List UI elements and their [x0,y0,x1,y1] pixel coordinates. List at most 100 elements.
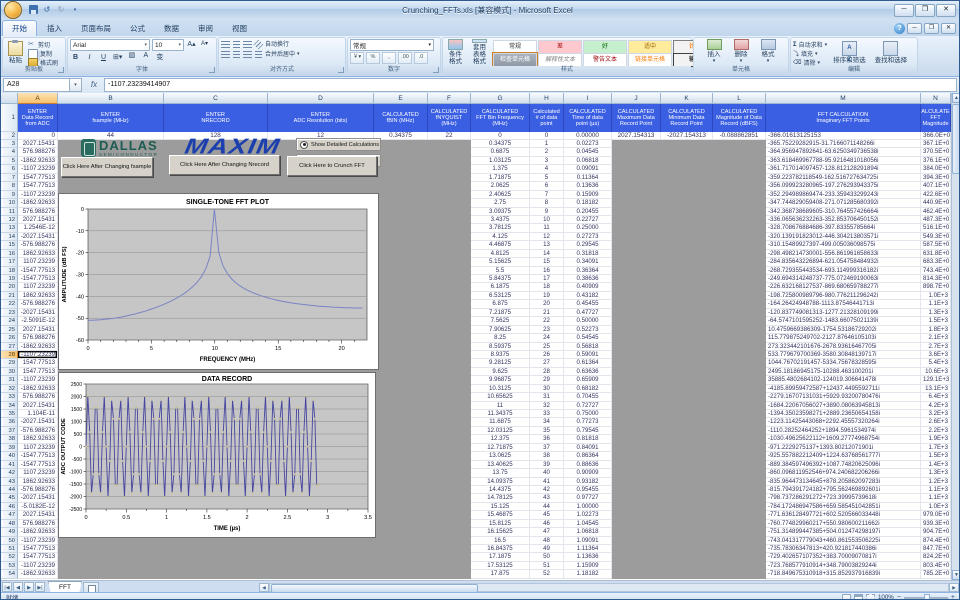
gray-range-JL-row8[interactable] [612,182,766,190]
row-header-4[interactable]: 4 [1,148,18,156]
cell-J1[interactable]: CALCULATED Maximum Data Record Point [612,104,661,132]
row-header-23[interactable]: 23 [1,309,18,317]
cell-I52[interactable]: 1.13636 [564,553,612,561]
tab-home[interactable]: 开始 [2,20,37,36]
cell-E1[interactable]: CALCULATED fBIN (MHz) [374,104,428,132]
cell-M29[interactable]: 1044.76702191457-5334.75678328595i [766,359,921,367]
cell-A29[interactable]: 1547.77513 [18,359,58,367]
cell-A21[interactable]: 1862.92633 [18,292,58,300]
indent-icon[interactable] [255,51,262,58]
row-header-38[interactable]: 38 [1,435,18,443]
cell-H8[interactable]: 6 [530,182,564,190]
alignment-dialog-launcher-icon[interactable] [338,67,344,73]
cell-N53[interactable]: 803.4E+0 [921,562,951,570]
cell-G33[interactable]: 10.65625 [471,393,530,401]
cell-N14[interactable]: 549.3E+0 [921,233,951,241]
cell-A45[interactable]: -2027.15431 [18,494,58,502]
cell-I39[interactable]: 0.84091 [564,444,612,452]
zoom-in-icon[interactable]: + [951,594,955,600]
cell-A41[interactable]: -1547.77513 [18,461,58,469]
cell-G13[interactable]: 3.78125 [471,224,530,232]
cell-I9[interactable]: 0.15909 [564,191,612,199]
row-header-21[interactable]: 21 [1,292,18,300]
cell-M17[interactable]: -284.835643226894-621.054758484932i [766,258,921,266]
gray-range-JL-row14[interactable] [612,233,766,241]
cell-N23[interactable]: 1.3E+3 [921,309,951,317]
cell-I21[interactable]: 0.43182 [564,292,612,300]
cell-I54[interactable]: 1.18182 [564,570,612,578]
cell-I14[interactable]: 0.27273 [564,233,612,241]
cell-N35[interactable]: 3.2E+3 [921,410,951,418]
cell-A34[interactable]: 2027.15431 [18,402,58,410]
row-header-19[interactable]: 19 [1,275,18,283]
row-header-39[interactable]: 39 [1,444,18,452]
cell-M36[interactable]: -1223.11425443068+2292.45557320264i [766,418,921,426]
row-header-17[interactable]: 17 [1,258,18,266]
cell-M6[interactable]: -361.717014097457-128.812128291894i [766,165,921,173]
cell-H34[interactable]: 32 [530,402,564,410]
row-header-49[interactable]: 49 [1,528,18,536]
align-middle-icon[interactable] [233,41,240,48]
cell-I30[interactable]: 0.63636 [564,368,612,376]
row-header-5[interactable]: 5 [1,157,18,165]
cell-I12[interactable]: 0.22727 [564,216,612,224]
cell-I10[interactable]: 0.18182 [564,199,612,207]
find-select-button[interactable]: 查找和选择 [872,39,911,65]
column-header-N[interactable]: N [921,93,951,104]
cell-I44[interactable]: 0.95455 [564,486,612,494]
style-good[interactable]: 好 [583,40,627,54]
cell-M41[interactable]: -889.384597496392+1087.74820625096i [766,461,921,469]
gray-range-JL-row26[interactable] [612,334,766,342]
cell-H39[interactable]: 37 [530,444,564,452]
cell-H11[interactable]: 9 [530,208,564,216]
cell-A3[interactable]: 2027.15431 [18,140,58,148]
cell-A15[interactable]: -576.988276 [18,241,58,249]
cell-N40[interactable]: 1.5E+3 [921,452,951,460]
cell-D1[interactable]: ENTER ADC Resolution (bits) [268,104,374,132]
style-check-cell[interactable]: 检查单元格 [493,53,537,67]
cell-M18[interactable]: -268.729355443534-693.114999316182i [766,267,921,275]
cell-N49[interactable]: 904.7E+0 [921,528,951,536]
row-header-31[interactable]: 31 [1,376,18,384]
cell-M2[interactable]: -366.01613125153 [766,132,921,140]
align-left-icon[interactable] [221,51,230,58]
row-header-40[interactable]: 40 [1,452,18,460]
cell-I18[interactable]: 0.36364 [564,267,612,275]
row-header-36[interactable]: 36 [1,418,18,426]
cell-K1[interactable]: CALCULATED Minimum Data Record Point [661,104,713,132]
undo-icon[interactable]: ↺ [41,4,53,16]
cell-G38[interactable]: 12.375 [471,435,530,443]
cell-N22[interactable]: 1.1E+3 [921,300,951,308]
cell-H54[interactable]: 52 [530,570,564,578]
cell-G48[interactable]: 15.8125 [471,520,530,528]
cell-A5[interactable]: -1862.92633 [18,157,58,165]
scroll-down-icon[interactable]: ▼ [952,570,960,580]
data-record-chart[interactable]: -2500-2000-1500-1000-5000500100015002000… [58,372,376,538]
cell-I33[interactable]: 0.70455 [564,393,612,401]
cell-M30[interactable]: 2495.18186945175-10288.463100201i [766,368,921,376]
cell-M54[interactable]: -718.849675310918+315.852937916839i [766,570,921,578]
cell-M53[interactable]: -723.768577910914+348.79003829244i [766,562,921,570]
vertical-scrollbar[interactable]: ▲ ▼ [951,93,960,580]
cell-A38[interactable]: 1862.92633 [18,435,58,443]
gray-range-JL-row34[interactable] [612,402,766,410]
row-header-10[interactable]: 10 [1,199,18,207]
cell-H28[interactable]: 26 [530,351,564,359]
row-header-53[interactable]: 53 [1,562,18,570]
row-header-9[interactable]: 9 [1,191,18,199]
row-header-47[interactable]: 47 [1,511,18,519]
gray-range-JL-row39[interactable] [612,444,766,452]
cell-G47[interactable]: 15.46875 [471,511,530,519]
cell-M14[interactable]: -320.139191823012-446.304213803571i [766,233,921,241]
row-header-32[interactable]: 32 [1,385,18,393]
cell-N19[interactable]: 814.3E+0 [921,275,951,283]
scroll-up-icon[interactable]: ▲ [952,93,960,103]
office-button-icon[interactable] [4,1,22,19]
cell-G26[interactable]: 8.25 [471,334,530,342]
gray-range-JL-row44[interactable] [612,486,766,494]
cell-A31[interactable]: -1107.23239 [18,376,58,384]
cell-N28[interactable]: 3.6E+3 [921,351,951,359]
cell-H49[interactable]: 47 [530,528,564,536]
cell-I2[interactable]: 0.00000 [564,132,612,140]
comma-style-button[interactable]: , [382,52,396,64]
